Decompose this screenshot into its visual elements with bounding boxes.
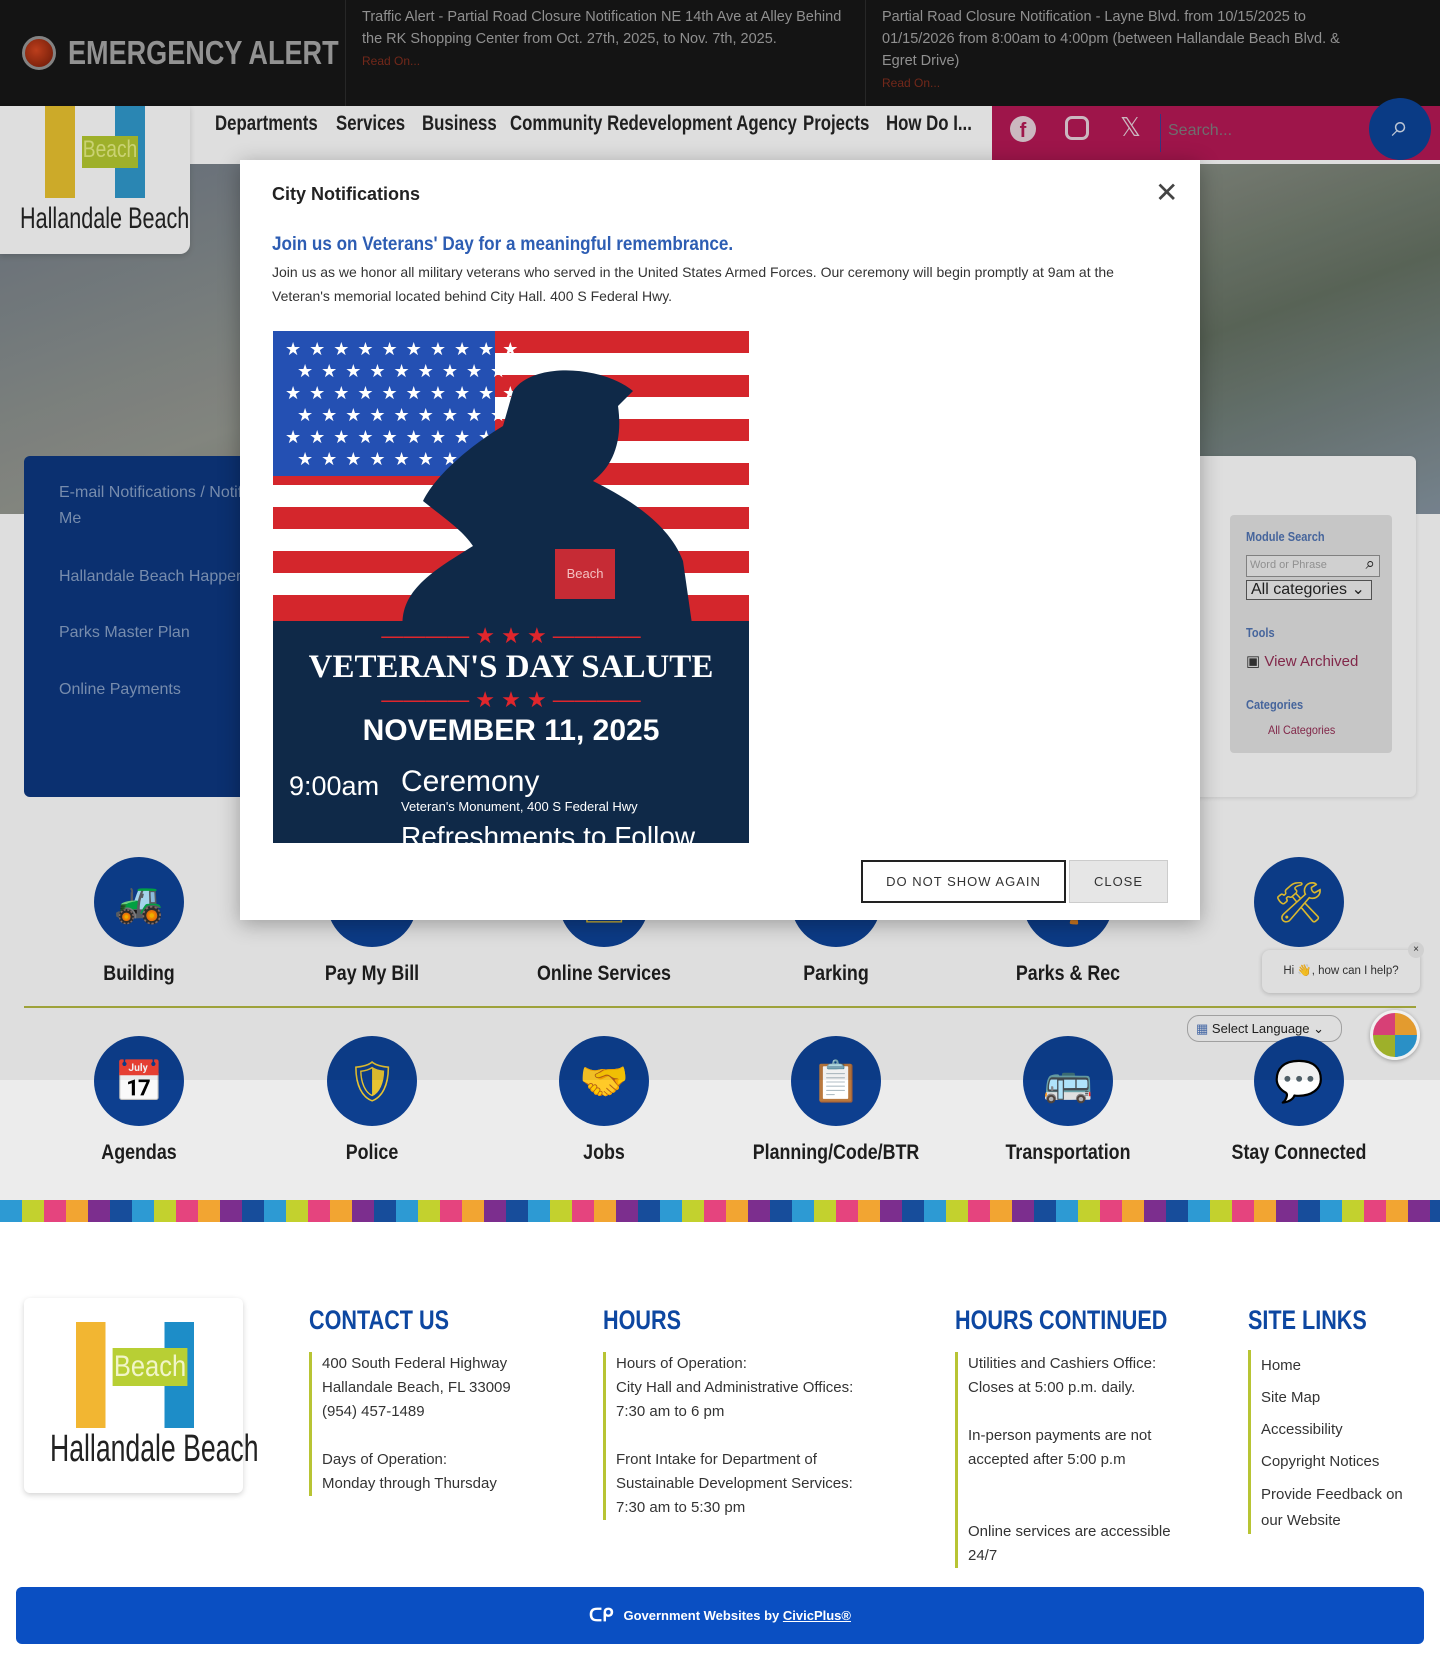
footer-text <box>968 1472 1195 1496</box>
footer-text: 7:30 am to 6 pm <box>616 1403 725 1420</box>
footer-text: In-person payments are not <box>968 1427 1152 1444</box>
footer-text: Hours of Operation: <box>616 1355 747 1372</box>
footer-text: Sustainable Development Services: <box>616 1475 853 1492</box>
footer-text: 7:30 am to 5:30 pm <box>616 1499 746 1516</box>
footer-text: Monday through Thursday <box>322 1475 497 1492</box>
do-not-show-again-button[interactable]: DO NOT SHOW AGAIN <box>861 860 1066 903</box>
footer-text <box>322 1424 569 1448</box>
svg-text:★★★★★★★★★★: ★★★★★★★★★★ <box>285 383 526 403</box>
svg-text:★★★★★★★★★★: ★★★★★★★★★★ <box>285 339 526 359</box>
quick-link-label[interactable]: Jobs <box>505 1141 702 1165</box>
stars-divider: ———— ★ ★ ★ ———— <box>381 623 641 648</box>
footer-text <box>616 1424 903 1448</box>
civicplus-icon: ᑕᑭ <box>589 1605 614 1625</box>
site-links-heading: SITE LINKS <box>1248 1305 1367 1335</box>
close-icon[interactable]: ✕ <box>1155 176 1178 209</box>
logo-word: Beach <box>112 1348 188 1386</box>
notification-heading: Join us on Veterans' Day for a meaningfu… <box>272 234 734 255</box>
logo-name: Hallandale Beach <box>50 1428 259 1470</box>
hours-continued-heading: HOURS CONTINUED <box>955 1305 1168 1335</box>
footer-text: Utilities and Cashiers Office: <box>968 1355 1157 1372</box>
footer-link[interactable]: Accessibility <box>1261 1414 1418 1446</box>
poster-time: 9:00am <box>289 771 380 801</box>
city-notifications-modal: City Notifications ✕ Join us on Veterans… <box>240 160 1200 920</box>
beach-logo-badge: Beach <box>555 549 615 599</box>
quick-link-label[interactable]: Transportation <box>969 1141 1166 1165</box>
quick-link-label[interactable]: Agendas <box>40 1141 237 1165</box>
poster-location: Veteran's Monument, 400 S Federal Hwy <box>401 799 638 814</box>
contact-heading: CONTACT US <box>309 1305 449 1335</box>
notification-body: Join us as we honor all military veteran… <box>272 264 1114 304</box>
svg-text:★★★★★★★★★: ★★★★★★★★★ <box>297 361 514 381</box>
footer-text: accepted after 5:00 p.m <box>968 1451 1126 1468</box>
site-links: Home Site Map Accessibility Copyright Notic… <box>1248 1350 1418 1534</box>
footer-link[interactable]: Home <box>1261 1350 1418 1382</box>
footer-text <box>968 1400 1195 1424</box>
poster-more: Refreshments to Follow <box>401 821 696 843</box>
civicplus-link[interactable]: CivicPlus® <box>783 1608 851 1623</box>
contact-info: 400 South Federal Highway Hallandale Beac… <box>309 1352 569 1496</box>
footer-link[interactable]: Provide Feedback on our Website <box>1261 1478 1418 1534</box>
stars-divider: ———— ★ ★ ★ ———— <box>381 687 641 712</box>
color-stripe <box>0 1200 1440 1222</box>
footer-link[interactable]: Site Map <box>1261 1382 1418 1414</box>
civicplus-footer-bar: ᑕᑭ Government Websites by CivicPlus® <box>16 1587 1424 1644</box>
footer-text: Days of Operation: <box>322 1451 448 1468</box>
modal-title: City Notifications <box>272 184 421 204</box>
poster-date: NOVEMBER 11, 2025 <box>362 714 660 747</box>
svg-text:★★★★★★★★★: ★★★★★★★★★ <box>297 405 514 425</box>
veterans-day-poster: ★★★★★★★★★★ ★★★★★★★★★ ★★★★★★★★★★ ★★★★★★★★★ ★★… <box>273 331 749 843</box>
footer-text: 24/7 <box>968 1547 998 1564</box>
footer-logo[interactable]: Beach Hallandale Beach <box>24 1298 259 1493</box>
hours-info: Hours of Operation: City Hall and Adminis… <box>603 1352 903 1520</box>
close-button[interactable]: CLOSE <box>1069 860 1168 903</box>
footer-text: Front Intake for Department of <box>616 1451 817 1468</box>
footer-text: City Hall and Administrative Offices: <box>616 1379 854 1396</box>
quick-link-label[interactable]: Planning/Code/BTR <box>737 1141 934 1165</box>
footer-text <box>968 1496 1195 1520</box>
credit-text: Government Websites by <box>623 1608 780 1623</box>
footer-text: Closes at 5:00 p.m. daily. <box>968 1379 1136 1396</box>
quick-link-label[interactable]: Police <box>273 1141 470 1165</box>
footer-link[interactable]: Copyright Notices <box>1261 1446 1418 1478</box>
hours-heading: HOURS <box>603 1305 682 1335</box>
footer-text: 400 South Federal Highway <box>322 1355 508 1372</box>
poster-event: Ceremony <box>401 765 540 798</box>
footer-text: Hallandale Beach, FL 33009 <box>322 1379 511 1396</box>
footer-text: Online services are accessible <box>968 1523 1171 1540</box>
footer-text: (954) 457-1489 <box>322 1403 425 1420</box>
poster-title: VETERAN'S DAY SALUTE <box>308 649 714 685</box>
quick-link-label[interactable]: Stay Connected <box>1200 1141 1397 1165</box>
hours-continued-info: Utilities and Cashiers Office: Closes at … <box>955 1352 1195 1568</box>
